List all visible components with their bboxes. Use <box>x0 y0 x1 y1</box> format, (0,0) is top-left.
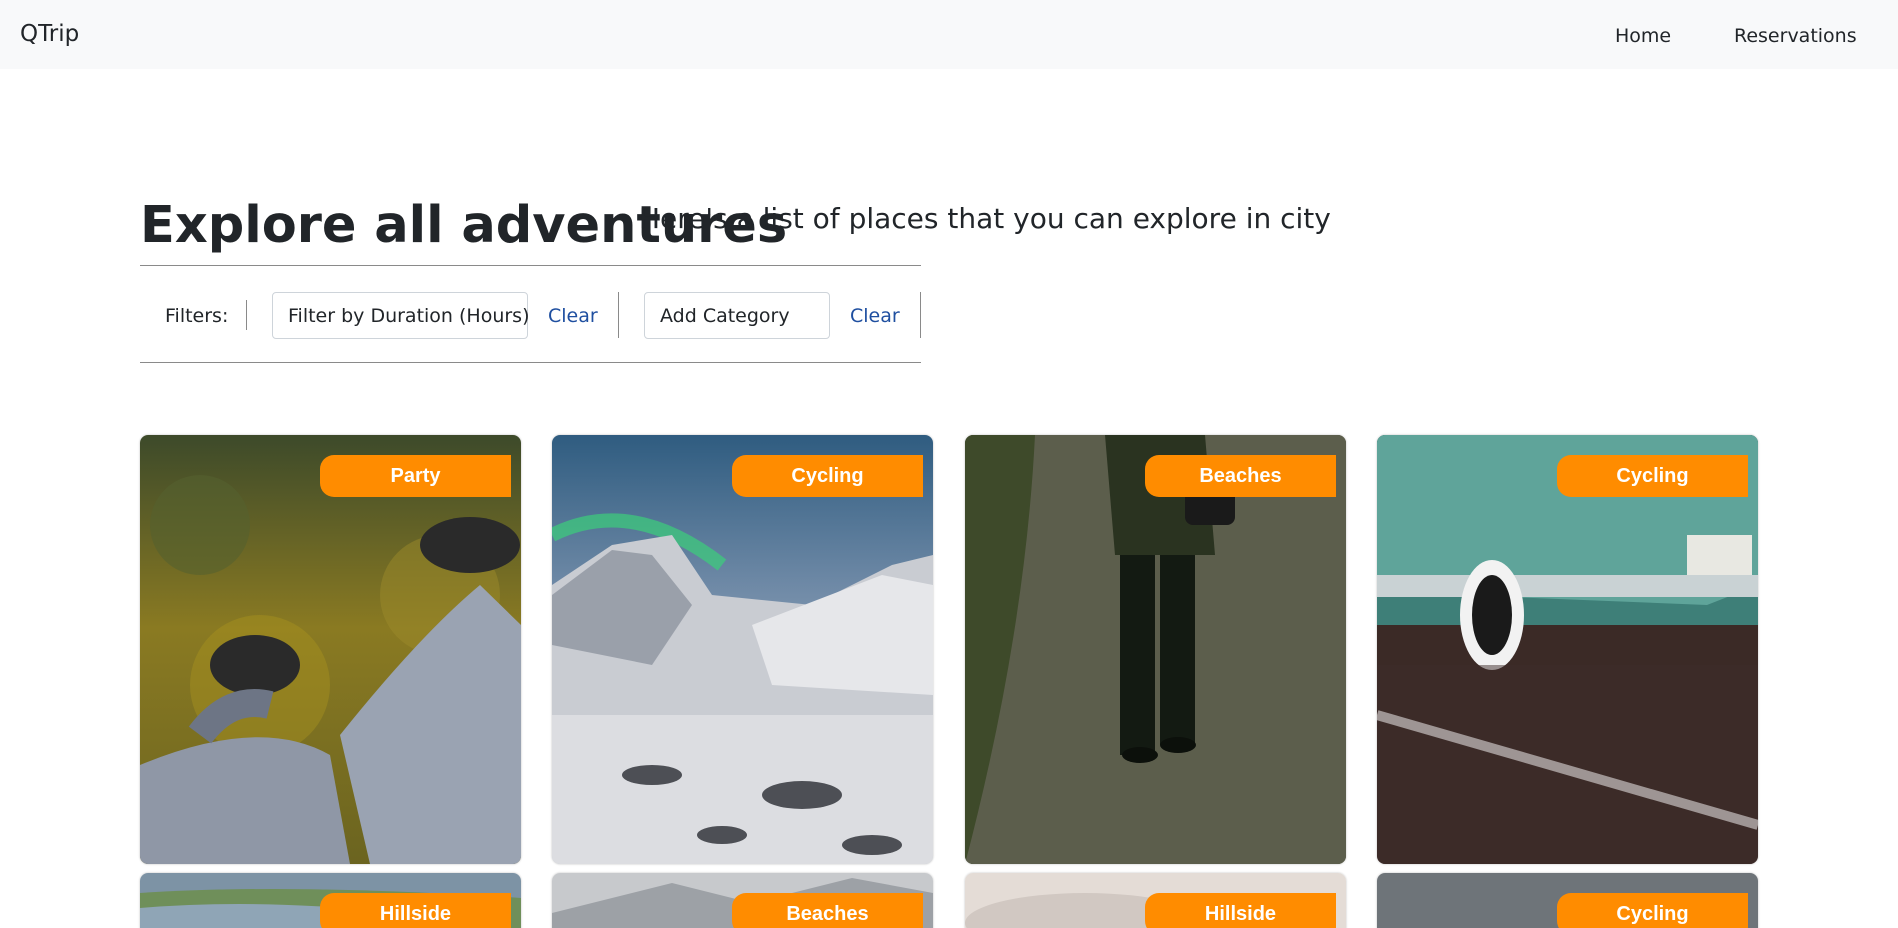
adventure-image <box>140 435 521 864</box>
category-badge: Beaches <box>732 893 923 928</box>
adventure-card[interactable]: Beaches <box>965 435 1346 864</box>
category-filter-select[interactable]: Add Category <box>644 292 830 339</box>
nav-reservations-link[interactable]: Reservations <box>1734 25 1857 47</box>
category-badge: Hillside <box>320 893 511 928</box>
filter-separator <box>618 292 619 338</box>
adventure-image <box>965 435 1346 864</box>
adventure-card[interactable]: Party <box>140 435 521 864</box>
adventure-image <box>1377 435 1758 864</box>
adventure-card[interactable]: Cycling <box>552 435 933 864</box>
category-badge: Cycling <box>1557 893 1748 928</box>
category-badge: Party <box>320 455 511 497</box>
filter-divider-bottom <box>140 362 921 363</box>
duration-filter-select[interactable]: Filter by Duration (Hours) <box>272 292 530 339</box>
clear-duration-link[interactable]: Clear <box>548 305 598 327</box>
clear-category-link[interactable]: Clear <box>850 305 900 327</box>
filter-separator <box>246 300 247 330</box>
category-badge: Beaches <box>1145 455 1336 497</box>
adventure-card[interactable]: Hillside <box>965 873 1346 928</box>
filter-separator <box>920 292 921 338</box>
adventure-card[interactable]: Beaches <box>552 873 933 928</box>
filters-label: Filters: <box>165 305 229 327</box>
adventure-card[interactable]: Cycling <box>1377 435 1758 864</box>
adventure-image <box>552 435 933 864</box>
brand-logo[interactable]: QTrip <box>20 21 79 47</box>
adventure-card[interactable]: Cycling <box>1377 873 1758 928</box>
page-subtitle: Here's a list of places that you can exp… <box>639 202 1331 235</box>
category-badge: Cycling <box>732 455 923 497</box>
category-badge: Cycling <box>1557 455 1748 497</box>
category-badge: Hillside <box>1145 893 1336 928</box>
navbar: QTrip Home Reservations <box>0 0 1898 69</box>
filter-divider-top <box>140 265 921 266</box>
nav-home-link[interactable]: Home <box>1615 25 1671 47</box>
adventure-card[interactable]: Hillside <box>140 873 521 928</box>
